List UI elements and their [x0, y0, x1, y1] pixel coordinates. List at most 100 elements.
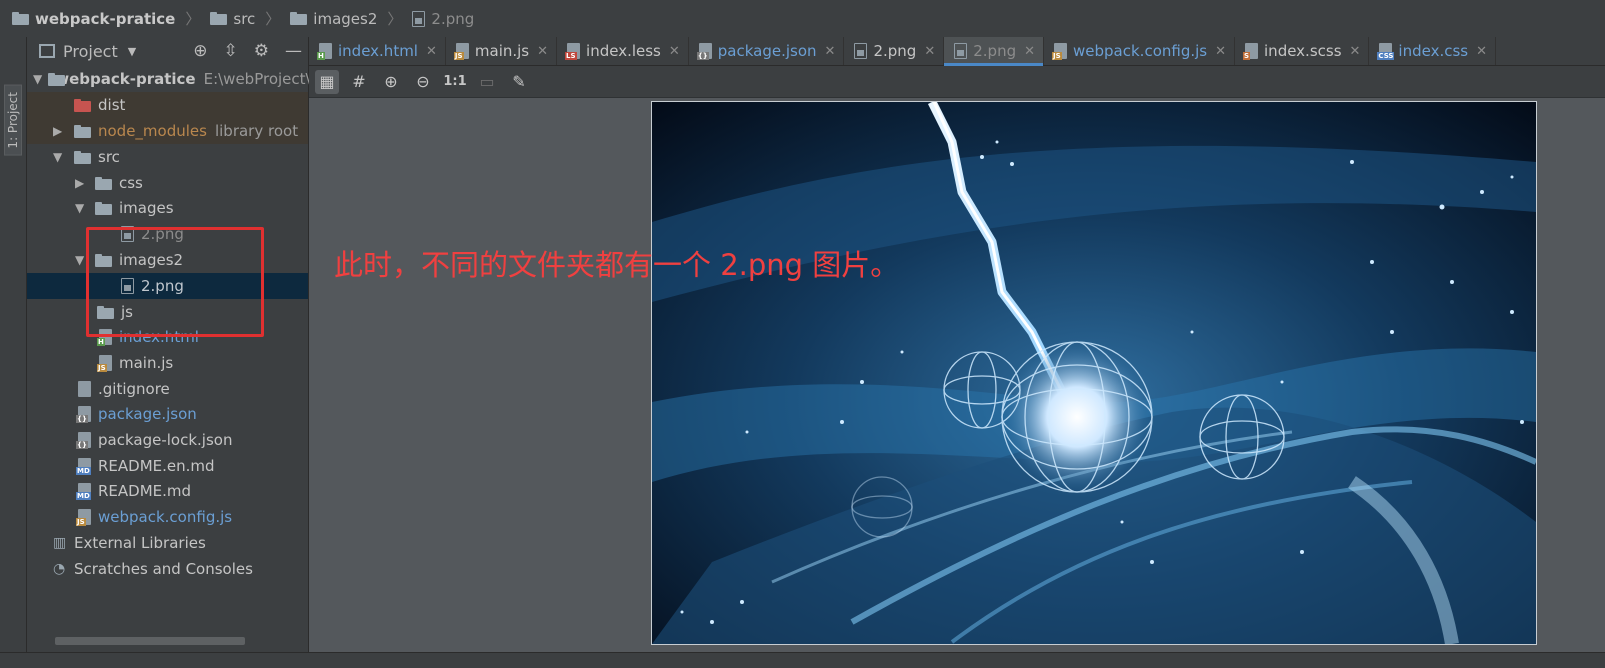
json-file-icon: {}: [76, 432, 91, 449]
tree-item-src[interactable]: src: [27, 144, 308, 170]
tree-item-label: main.js: [119, 354, 174, 372]
tab-webpack-config-js[interactable]: JS webpack.config.js ✕: [1044, 37, 1236, 65]
horizontal-scrollbar[interactable]: [55, 637, 245, 645]
text-file-icon: [78, 381, 91, 397]
breadcrumb-separator: 〉: [265, 10, 281, 28]
tree-item-node-modules[interactable]: node_modules library root: [27, 118, 308, 144]
markdown-file-icon: MD: [76, 458, 91, 475]
js-file-icon: JS: [76, 509, 91, 526]
sass-file-icon: S: [1243, 43, 1259, 60]
breadcrumb-separator: 〉: [387, 10, 403, 28]
tree-item-label: package-lock.json: [98, 431, 233, 449]
excluded-folder-icon: [74, 98, 91, 112]
tree-item-readme-md[interactable]: MD README.md: [27, 478, 308, 504]
tree-item-readme-en-md[interactable]: MD README.en.md: [27, 453, 308, 479]
tree-item-label: css: [119, 174, 143, 192]
expand-arrow-icon[interactable]: [75, 201, 89, 215]
tree-item-label: README.md: [98, 482, 192, 500]
close-icon[interactable]: ✕: [1350, 44, 1361, 59]
json-file-icon: {}: [696, 43, 712, 60]
annotation-text: 此时，不同的文件夹都有一个 2.png 图片。: [334, 248, 900, 282]
gear-icon[interactable]: ⚙: [254, 41, 269, 61]
json-file-icon: {}: [76, 406, 91, 423]
image-file-icon: [854, 43, 868, 59]
close-icon[interactable]: ✕: [1215, 44, 1226, 59]
actual-size-button[interactable]: 1:1: [443, 70, 467, 94]
close-icon[interactable]: ✕: [825, 44, 836, 59]
chessboard-toggle-icon[interactable]: ▦: [315, 69, 339, 94]
galaxy-image: [652, 102, 1536, 644]
grid-toggle-icon[interactable]: #: [347, 70, 371, 94]
breadcrumb-item-images2[interactable]: images2: [313, 10, 377, 28]
tab-label: index.css: [1398, 42, 1469, 60]
breadcrumb-item-src[interactable]: src: [233, 10, 255, 28]
hide-panel-icon[interactable]: —: [285, 41, 302, 61]
tab-index-less[interactable]: LS index.less ✕: [557, 37, 689, 65]
tree-item-package-json[interactable]: {} package.json: [27, 401, 308, 427]
project-view-selector[interactable]: Project: [63, 42, 118, 61]
project-panel: Project ▼ ⊕ ⇳ ⚙ — webpack-pratice E:\web…: [27, 37, 311, 667]
tree-item-scratches[interactable]: ◔ Scratches and Consoles: [27, 556, 308, 582]
expand-arrow-icon[interactable]: [53, 150, 67, 164]
tab-2png-active[interactable]: 2.png ✕: [944, 37, 1045, 66]
close-icon[interactable]: ✕: [924, 44, 935, 59]
tree-item-external-libraries[interactable]: ▥ External Libraries: [27, 530, 308, 556]
tree-item-label: src: [98, 148, 120, 166]
tree-item-webpack-pratice[interactable]: webpack-pratice E:\webProject\: [27, 66, 311, 92]
breadcrumb-item-file[interactable]: 2.png: [431, 10, 474, 28]
expand-arrow-icon[interactable]: [53, 124, 67, 138]
navigation-bar: webpack-pratice 〉 src 〉 images2 〉 2.png: [0, 0, 1605, 38]
project-tool-button[interactable]: 1: Project: [4, 85, 22, 156]
zoom-in-icon[interactable]: ⊕: [379, 70, 403, 94]
zoom-out-icon[interactable]: ⊖: [411, 70, 435, 94]
tab-package-json[interactable]: {} package.json ✕: [689, 37, 845, 65]
expand-arrow-icon[interactable]: [75, 176, 89, 190]
breadcrumb-item-project[interactable]: webpack-pratice: [35, 10, 175, 28]
tree-item-css[interactable]: css: [27, 170, 308, 196]
tab-index-scss[interactable]: S index.scss ✕: [1235, 37, 1370, 65]
tree-item-package-lock-json[interactable]: {} package-lock.json: [27, 427, 308, 453]
folder-icon: [210, 12, 228, 25]
expand-arrow-icon[interactable]: [33, 72, 42, 86]
tab-2png[interactable]: 2.png ✕: [844, 37, 945, 65]
panel-tools: ⊕ ⇳ ⚙ —: [193, 41, 302, 61]
tab-index-html[interactable]: H index.html ✕: [309, 37, 446, 65]
tree-item-gitignore[interactable]: .gitignore: [27, 376, 308, 402]
tree-item-label: .gitignore: [98, 380, 170, 398]
close-icon[interactable]: ✕: [426, 44, 437, 59]
color-picker-icon[interactable]: ✎: [507, 70, 531, 94]
close-icon[interactable]: ✕: [1024, 44, 1035, 59]
tab-main-js[interactable]: JS main.js ✕: [446, 37, 558, 65]
folder-icon: [12, 12, 29, 25]
js-file-icon: JS: [453, 43, 469, 60]
project-view-icon: [39, 44, 55, 58]
folder-icon: [74, 124, 91, 138]
close-icon[interactable]: ✕: [1476, 44, 1487, 59]
tree-item-label: images: [119, 199, 174, 217]
tree-item-images[interactable]: images: [27, 195, 308, 221]
image-file-icon: [412, 10, 426, 27]
tree-item-main-js[interactable]: JS main.js: [27, 350, 308, 376]
fit-zoom-icon[interactable]: ▭: [475, 70, 499, 94]
tab-index-css[interactable]: CSS index.css ✕: [1369, 37, 1497, 65]
tab-label: webpack.config.js: [1073, 42, 1208, 60]
tab-label: package.json: [717, 42, 817, 60]
locate-file-icon[interactable]: ⊕: [193, 41, 207, 61]
breadcrumb-separator: 〉: [185, 10, 201, 28]
close-icon[interactable]: ✕: [669, 44, 680, 59]
less-file-icon: LS: [565, 43, 581, 60]
image-file-icon: [954, 43, 968, 59]
chevron-down-icon[interactable]: ▼: [128, 45, 136, 58]
tree-item-note: library root: [214, 122, 299, 140]
tree-item-label: Scratches and Consoles: [74, 560, 253, 578]
highlight-box: [86, 227, 264, 337]
css-file-icon: CSS: [1377, 43, 1395, 60]
tree-item-dist[interactable]: dist: [27, 92, 308, 118]
libraries-icon: ▥: [53, 535, 67, 551]
close-icon[interactable]: ✕: [537, 44, 548, 59]
tab-label: 2.png: [973, 42, 1017, 60]
collapse-all-icon[interactable]: ⇳: [224, 41, 238, 61]
image-preview: [651, 101, 1537, 645]
tool-window-strip: 1: Project e: [0, 37, 27, 667]
tree-item-webpack-config-js[interactable]: JS webpack.config.js: [27, 504, 308, 530]
